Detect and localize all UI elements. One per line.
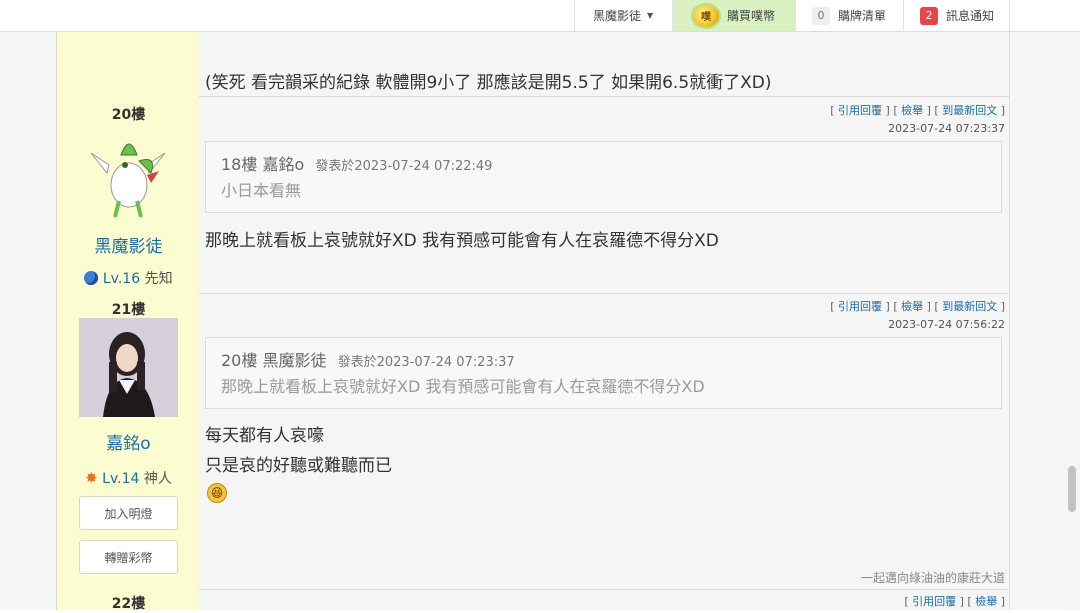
quote-user: 黑魔影徒 [262, 351, 327, 370]
quote-reply-link[interactable]: 引用回覆 [912, 595, 956, 608]
username-link[interactable]: 黑魔影徒 [57, 232, 200, 257]
cart-label: 購牌清單 [838, 9, 887, 23]
rank-title: 神人 [143, 471, 172, 487]
post-20: 20樓 黑魔影徒 Lv.16 先知 [ 引用回覆 ] [ 檢舉 ] [ 到最新回… [56, 96, 1010, 293]
quote-meta: 發表於2023-07-24 07:23:37 [337, 355, 515, 370]
user-level: Lv.16 先知 [57, 268, 200, 288]
quote-header: 20樓 黑魔影徒 發表於2023-07-24 07:23:37 [221, 347, 515, 371]
quote-floor: 18樓 [221, 155, 258, 174]
purchase-list-button[interactable]: 0 購牌清單 [795, 0, 903, 31]
report-link[interactable]: 檢舉 [975, 595, 997, 608]
coin-icon: 噗 [693, 4, 719, 27]
quote-box: 20樓 黑魔影徒 發表於2023-07-24 07:23:37 那晚上就看板上哀… [205, 337, 1002, 409]
floor-number: 20樓 [111, 107, 146, 123]
post-previous: (笑死 看完韻采的紀錄 軟體開9小了 那應該是開5.5了 如果開6.5就衝了XD… [56, 32, 1010, 96]
post-time: 2023-07-24 07:23:37 [888, 122, 1005, 135]
buy-coins-label: 購買噗幣 [727, 9, 776, 23]
scrollbar-thumb[interactable] [1068, 466, 1076, 512]
post-actions: [ 引用回覆 ] [ 檢舉 ] [ 到最新回文 ] [830, 104, 1005, 117]
post-main: [ 引用回覆 ] [ 檢舉 ] [ 到最新回文 ] 2023-07-24 07:… [199, 96, 1010, 293]
level-value: Lv.14 [102, 471, 140, 487]
quote-reply-link[interactable]: 引用回覆 [838, 104, 882, 117]
post-text-line-2: 只是哀的好聽或難聽而已 [205, 456, 392, 476]
latest-reply-link[interactable]: 到最新回文 [942, 300, 997, 313]
report-link[interactable]: 檢舉 [901, 104, 923, 117]
quote-box: 18樓 嘉銘o 發表於2023-07-24 07:22:49 小日本看無 [205, 141, 1002, 213]
user-menu-dropdown[interactable]: 黑魔影徒 ▼ [574, 0, 672, 31]
planet-icon [84, 271, 99, 285]
star-burst-icon: ✸ [85, 469, 98, 487]
post-side: 20樓 黑魔影徒 Lv.16 先知 [56, 96, 199, 293]
post-time: 2023-07-24 07:56:22 [888, 318, 1005, 331]
gift-coins-button[interactable]: 轉贈彩幣 [79, 540, 178, 574]
user-photo-icon [79, 318, 178, 417]
caret-down-icon: ▼ [647, 11, 654, 20]
notify-label: 訊息通知 [946, 9, 995, 23]
cart-count-badge: 0 [812, 6, 830, 25]
latest-reply-link[interactable]: 到最新回文 [942, 104, 997, 117]
post-side: 21樓 嘉銘o ✸ Lv.14 神人 加入明燈 轉贈彩幣 [56, 293, 199, 589]
report-link[interactable]: 檢舉 [901, 300, 923, 313]
username-link[interactable]: 嘉銘o [57, 429, 200, 454]
quote-floor: 20樓 [221, 351, 258, 370]
notify-count-badge: 2 [920, 6, 938, 25]
top-navbar: 黑魔影徒 ▼ 噗 購買噗幣 0 購牌清單 2 訊息通知 [0, 0, 1080, 32]
post-main: [ 引用回覆 ] [ 檢舉 ] [ 到最新回文 ] 2023-07-24 07:… [199, 293, 1010, 589]
post-text-line-1: 每天都有人哀嚎 [205, 426, 324, 446]
page-scrollbar[interactable] [1064, 32, 1080, 610]
floor-number: 22樓 [111, 596, 146, 612]
add-follow-button[interactable]: 加入明燈 [79, 496, 178, 530]
avatar[interactable] [79, 318, 178, 417]
level-value: Lv.16 [102, 271, 141, 287]
avatar[interactable] [79, 125, 178, 224]
user-menu-label: 黑魔影徒 [593, 9, 642, 23]
post-text: (笑死 看完韻采的紀錄 軟體開9小了 那應該是開5.5了 如果開6.5就衝了XD… [205, 73, 772, 93]
quote-header: 18樓 嘉銘o 發表於2023-07-24 07:22:49 [221, 151, 492, 175]
floor-number: 21樓 [111, 302, 146, 318]
quote-meta: 發表於2023-07-24 07:22:49 [315, 159, 493, 174]
post-side: 22樓 [56, 589, 199, 612]
user-level: ✸ Lv.14 神人 [57, 468, 200, 488]
quote-body: 那晚上就看板上哀號就好XD 我有預感可能會有人在哀羅德不得分XD [221, 377, 705, 396]
post-text: 那晚上就看板上哀號就好XD 我有預感可能會有人在哀羅德不得分XD [205, 231, 719, 251]
shaymin-avatar-icon [90, 143, 166, 218]
post-21: 21樓 嘉銘o ✸ Lv.14 神人 加入明燈 轉贈彩幣 [ 引用回覆 ] [ … [56, 293, 1010, 589]
laughing-emoji-icon: 😆 [207, 483, 227, 503]
post-main: (笑死 看完韻采的紀錄 軟體開9小了 那應該是開5.5了 如果開6.5就衝了XD… [199, 32, 1010, 96]
post-22: 22樓 [ 引用回覆 ] [ 檢舉 ] [56, 589, 1010, 612]
quote-body: 小日本看無 [221, 181, 302, 200]
post-actions: [ 引用回覆 ] [ 檢舉 ] [904, 595, 1005, 608]
quote-user: 嘉銘o [262, 155, 305, 174]
post-side [56, 32, 199, 96]
buy-coins-button[interactable]: 噗 購買噗幣 [672, 0, 795, 31]
signature: 一起邁向綠油油的康莊大道 [860, 571, 1005, 585]
post-main: [ 引用回覆 ] [ 檢舉 ] [199, 589, 1010, 610]
rank-title: 先知 [144, 271, 173, 287]
quote-reply-link[interactable]: 引用回覆 [838, 300, 882, 313]
post-actions: [ 引用回覆 ] [ 檢舉 ] [ 到最新回文 ] [830, 300, 1005, 313]
notifications-button[interactable]: 2 訊息通知 [903, 0, 1010, 31]
